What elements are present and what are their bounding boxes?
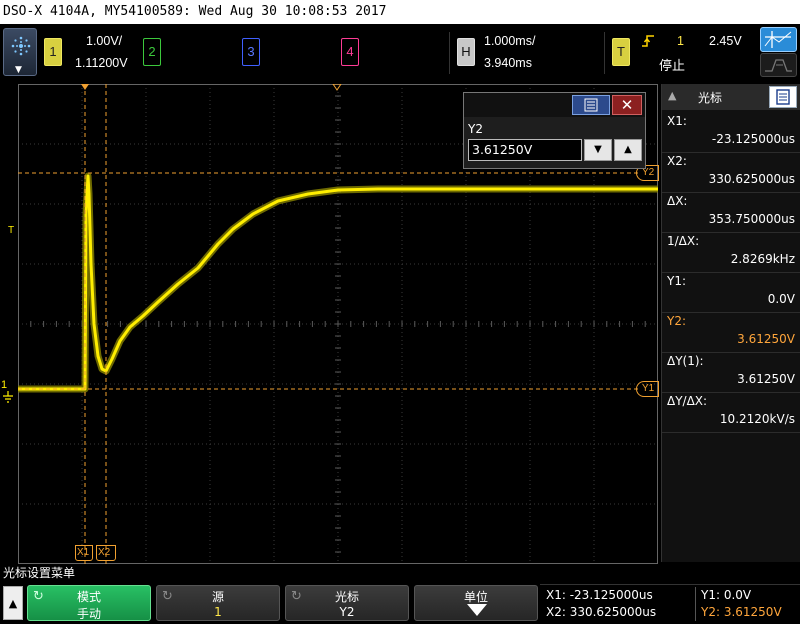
keysight-logo-icon <box>11 36 31 56</box>
time-delay: 3.940ms <box>484 56 532 70</box>
cursor-result-value: 3.61250V <box>737 372 795 386</box>
arrow-down-icon <box>467 604 487 616</box>
cursor-result-row: ΔX: 353.750000us <box>662 192 800 233</box>
cursor-result-label: X2: <box>667 154 687 168</box>
cursor-x2-tag[interactable]: X2 <box>96 545 116 561</box>
trigger-level-marker: T <box>8 225 15 236</box>
cursor-result-row: X1: -23.125000us <box>662 112 800 153</box>
measure-panel-toggle[interactable] <box>760 27 797 77</box>
trigger-key[interactable]: T <box>612 38 630 66</box>
channel-1-ground-marker: 1 <box>1 379 8 391</box>
window-title: DSO-X 4104A, MY54100589: Wed Aug 30 10:0… <box>3 4 387 19</box>
panel-header: ▲ 光标 <box>662 84 800 110</box>
cursor-result-value: 10.2120kV/s <box>719 412 795 426</box>
divider <box>695 587 696 621</box>
status-y1: Y1: 0.0V <box>701 588 752 602</box>
ground-icon <box>3 391 13 403</box>
run-status: 停止 <box>659 58 686 73</box>
measurement-mode-button[interactable] <box>760 53 797 77</box>
cursor-result-label: Y1: <box>667 274 687 288</box>
chevron-up-icon[interactable]: ▲ <box>668 89 676 102</box>
channel-2-key[interactable]: 2 <box>143 38 161 66</box>
softkey-cursor-value: Y2 <box>339 605 355 619</box>
ch1-scale: 1.00V/ <box>86 34 123 48</box>
chevron-down-icon: ▼ <box>15 65 22 75</box>
main-menu-button[interactable]: ▼ <box>3 28 37 76</box>
increment-button[interactable]: ▲ <box>614 139 642 161</box>
top-control-bar: ▼ 1 1.00V/ 1.11200V 2 3 4 H 1.000ms/ 3.9… <box>0 24 800 82</box>
softkey-mode-value: 手动 <box>76 607 101 621</box>
divider <box>449 32 450 74</box>
cursor-value-input[interactable]: 3.61250V <box>468 139 582 161</box>
softkey-mode-label: 模式 <box>76 590 101 604</box>
status-x2: X2: 330.625000us <box>546 605 657 619</box>
cursor-result-value: 353.750000us <box>708 212 795 226</box>
cursor-result-row: 1/ΔX: 2.8269kHz <box>662 232 800 273</box>
cursor-x1-tag[interactable]: X1 <box>75 545 93 561</box>
softkey-cursor-label: 光标 <box>334 590 359 604</box>
trigger-level: 2.45V <box>709 34 742 48</box>
cursor-result-label: ΔY/ΔX: <box>667 394 708 408</box>
decrement-button[interactable]: ▼ <box>584 139 612 161</box>
softkey-units-label: 单位 <box>463 590 488 604</box>
cursor-result-row: Y1: 0.0V <box>662 272 800 313</box>
channel-1-key[interactable]: 1 <box>44 38 62 66</box>
cursor-result-label: ΔY(1): <box>667 354 704 368</box>
cursor-result-value: -23.125000us <box>711 132 795 146</box>
trigger-source: 1 <box>677 34 684 48</box>
horizontal-key[interactable]: H <box>457 38 475 66</box>
cursor-result-row: X2: 330.625000us <box>662 152 800 193</box>
cursor-result-value: 0.0V <box>767 292 795 306</box>
cursor-result-row: ΔY/ΔX: 10.2120kV/s <box>662 392 800 433</box>
divider <box>604 32 605 74</box>
channel-4-key[interactable]: 4 <box>341 38 359 66</box>
ch1-offset: 1.11200V <box>75 56 128 70</box>
close-icon[interactable]: ✕ <box>612 95 642 115</box>
cursor-mode-button[interactable] <box>760 27 797 52</box>
cursor-result-label: 1/ΔX: <box>667 234 700 248</box>
cursor-value-popup: ✕ Y2 3.61250V ▼ ▲ <box>463 92 646 169</box>
status-x1: X1: -23.125000us <box>546 588 653 602</box>
cursor-results-panel: ▲ 光标 X1: -23.125000us X2: 330.625000us ΔX: 35… <box>661 84 800 562</box>
cursor-result-row: ΔY(1): 3.61250V <box>662 352 800 393</box>
channel-3-key[interactable]: 3 <box>242 38 260 66</box>
panel-list-button[interactable] <box>769 86 797 108</box>
menu-title: 光标设置菜单 <box>0 564 800 582</box>
cursor-icon <box>764 31 792 48</box>
list-icon <box>584 98 598 112</box>
softkey-source-value: 1 <box>214 605 222 619</box>
cursor-result-value: 3.61250V <box>737 332 795 346</box>
time-scale: 1.000ms/ <box>484 34 536 48</box>
cursor-result-label: Y2: <box>667 314 687 328</box>
cursor-status-bar: X1: -23.125000us X2: 330.625000us Y1: 0.… <box>540 584 800 624</box>
cursor-result-value: 330.625000us <box>708 172 795 186</box>
title-bar: DSO-X 4104A, MY54100589: Wed Aug 30 10:0… <box>0 0 800 24</box>
cursor-result-label: X1: <box>667 114 687 128</box>
softkey-units[interactable]: 单位 <box>414 585 538 621</box>
softkey-mode[interactable]: ↻ 模式 手动 <box>27 585 151 621</box>
softkey-cursor[interactable]: ↻ 光标 Y2 <box>285 585 409 621</box>
panel-title: 光标 <box>698 91 723 105</box>
popup-field-label: Y2 <box>468 122 483 136</box>
popup-menu-button[interactable] <box>572 95 610 115</box>
measurement-icon <box>765 59 792 72</box>
back-button[interactable]: ▲ <box>3 586 23 620</box>
softkey-source[interactable]: ↻ 源 1 <box>156 585 280 621</box>
cursor-y1-tag[interactable]: Y1 <box>636 381 659 397</box>
rising-edge-icon <box>642 35 654 47</box>
cursor-result-value: 2.8269kHz <box>730 252 795 266</box>
softkey-source-label: 源 <box>211 590 224 604</box>
cursor-result-row: Y2: 3.61250V <box>662 312 800 353</box>
status-y2: Y2: 3.61250V <box>701 605 782 619</box>
list-icon <box>776 89 790 105</box>
cursor-result-label: ΔX: <box>667 194 688 208</box>
